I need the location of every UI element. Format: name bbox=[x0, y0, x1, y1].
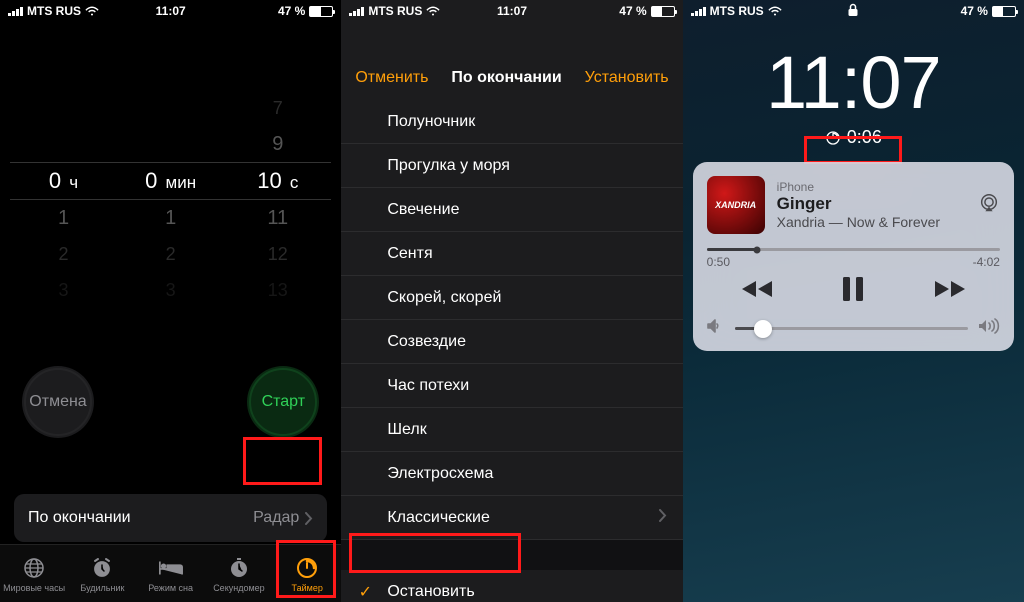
signal-icon bbox=[349, 6, 364, 16]
sound-item[interactable]: Шелк bbox=[341, 408, 682, 452]
tab-world-clock[interactable]: Мировые часы bbox=[0, 545, 68, 602]
start-button[interactable]: Старт bbox=[247, 366, 319, 438]
stop-playing-row[interactable]: ✓ Остановить bbox=[341, 570, 682, 602]
status-bar: MTS RUS 11:07 47 % bbox=[0, 0, 341, 20]
wifi-icon bbox=[426, 6, 440, 16]
classic-row[interactable]: Классические bbox=[341, 496, 682, 540]
wifi-icon bbox=[768, 6, 782, 16]
track-artist: Xandria — Now & Forever bbox=[777, 214, 940, 230]
volume-slider[interactable] bbox=[735, 327, 968, 330]
highlight-when-value bbox=[243, 437, 322, 485]
tab-alarm[interactable]: Будильник bbox=[68, 545, 136, 602]
checkmark-icon: ✓ bbox=[357, 582, 373, 602]
volume-high-icon bbox=[978, 318, 1000, 339]
carrier-label: MTS RUS bbox=[27, 4, 81, 18]
stopwatch-icon bbox=[227, 556, 251, 580]
sound-picker-screen: MTS RUS 11:07 47 % Отменить По окончании… bbox=[341, 0, 682, 602]
cancel-button[interactable]: Отменить bbox=[355, 69, 428, 87]
globe-icon bbox=[22, 556, 46, 580]
tab-bedtime[interactable]: Режим сна bbox=[137, 545, 205, 602]
airplay-icon[interactable] bbox=[978, 192, 1000, 219]
sheet-header: Отменить По окончании Установить bbox=[341, 56, 682, 100]
seconds-col[interactable]: 10 с bbox=[225, 168, 331, 194]
track-title: Ginger bbox=[777, 194, 940, 214]
lock-screen: MTS RUS 47 % 11:07 0:06 XANDRIA iPhone G… bbox=[683, 0, 1024, 602]
status-bar: MTS RUS 11:07 47 % bbox=[341, 0, 682, 20]
sheet-title: По окончании bbox=[451, 69, 561, 87]
signal-icon bbox=[8, 6, 23, 16]
remaining-time: -4:02 bbox=[973, 255, 1000, 269]
now-playing-card[interactable]: XANDRIA iPhone Ginger Xandria — Now & Fo… bbox=[693, 162, 1014, 351]
sound-item[interactable]: Сентя bbox=[341, 232, 682, 276]
battery-icon bbox=[309, 6, 333, 17]
prev-button[interactable] bbox=[740, 277, 774, 306]
chevron-right-icon bbox=[305, 512, 313, 525]
next-button[interactable] bbox=[933, 277, 967, 306]
when-value: Радар bbox=[253, 509, 299, 527]
status-time: 11:07 bbox=[156, 4, 186, 18]
signal-icon bbox=[691, 6, 706, 16]
sound-item[interactable]: Созвездие bbox=[341, 320, 682, 364]
lock-screen-time: 11:07 bbox=[683, 40, 1024, 125]
tab-timer[interactable]: Таймер bbox=[273, 545, 341, 602]
sound-item[interactable]: Прогулка у моря bbox=[341, 144, 682, 188]
sound-item[interactable]: Скорей, скорей bbox=[341, 276, 682, 320]
minutes-col[interactable]: 0 мин bbox=[118, 168, 224, 194]
tab-stopwatch[interactable]: Секундомер bbox=[205, 545, 273, 602]
device-label: iPhone bbox=[777, 180, 940, 194]
timer-countdown[interactable]: 0:06 bbox=[683, 127, 1024, 148]
cancel-button[interactable]: Отмена bbox=[22, 366, 94, 438]
timer-icon bbox=[825, 130, 841, 146]
list-gap bbox=[341, 540, 682, 570]
elapsed-time: 0:50 bbox=[707, 255, 730, 269]
when-timer-ends-row[interactable]: По окончании Радар bbox=[14, 494, 327, 542]
volume-low-icon bbox=[707, 319, 725, 338]
battery-icon bbox=[992, 6, 1016, 17]
when-label: По окончании bbox=[28, 509, 131, 527]
album-art: XANDRIA bbox=[707, 176, 765, 234]
lock-icon bbox=[848, 3, 859, 20]
hours-col[interactable]: 0 ч bbox=[11, 168, 117, 194]
sound-item[interactable]: Полуночник bbox=[341, 100, 682, 144]
battery-pct: 47 % bbox=[278, 4, 305, 18]
battery-icon bbox=[651, 6, 675, 17]
timer-icon bbox=[295, 556, 319, 580]
alarm-icon bbox=[90, 556, 114, 580]
set-button[interactable]: Установить bbox=[585, 69, 669, 87]
sound-item[interactable]: Электросхема bbox=[341, 452, 682, 496]
progress-bar[interactable]: 0:50 -4:02 bbox=[707, 248, 1000, 269]
sound-item[interactable]: Свечение bbox=[341, 188, 682, 232]
timer-screen: MTS RUS 11:07 47 % 7 9 0 ч 0 мин 10 с 11… bbox=[0, 0, 341, 602]
chevron-right-icon bbox=[659, 509, 667, 522]
status-bar: MTS RUS 47 % bbox=[683, 0, 1024, 20]
wifi-icon bbox=[85, 6, 99, 16]
bed-icon bbox=[158, 559, 184, 577]
tab-bar: Мировые часы Будильник Режим сна Секундо… bbox=[0, 544, 341, 602]
sound-list[interactable]: Полуночник Прогулка у моря Свечение Сент… bbox=[341, 100, 682, 540]
pause-button[interactable] bbox=[840, 275, 866, 308]
sound-item[interactable]: Час потехи bbox=[341, 364, 682, 408]
time-picker[interactable]: 7 9 0 ч 0 мин 10 с 1111 2212 3313 bbox=[0, 90, 341, 308]
